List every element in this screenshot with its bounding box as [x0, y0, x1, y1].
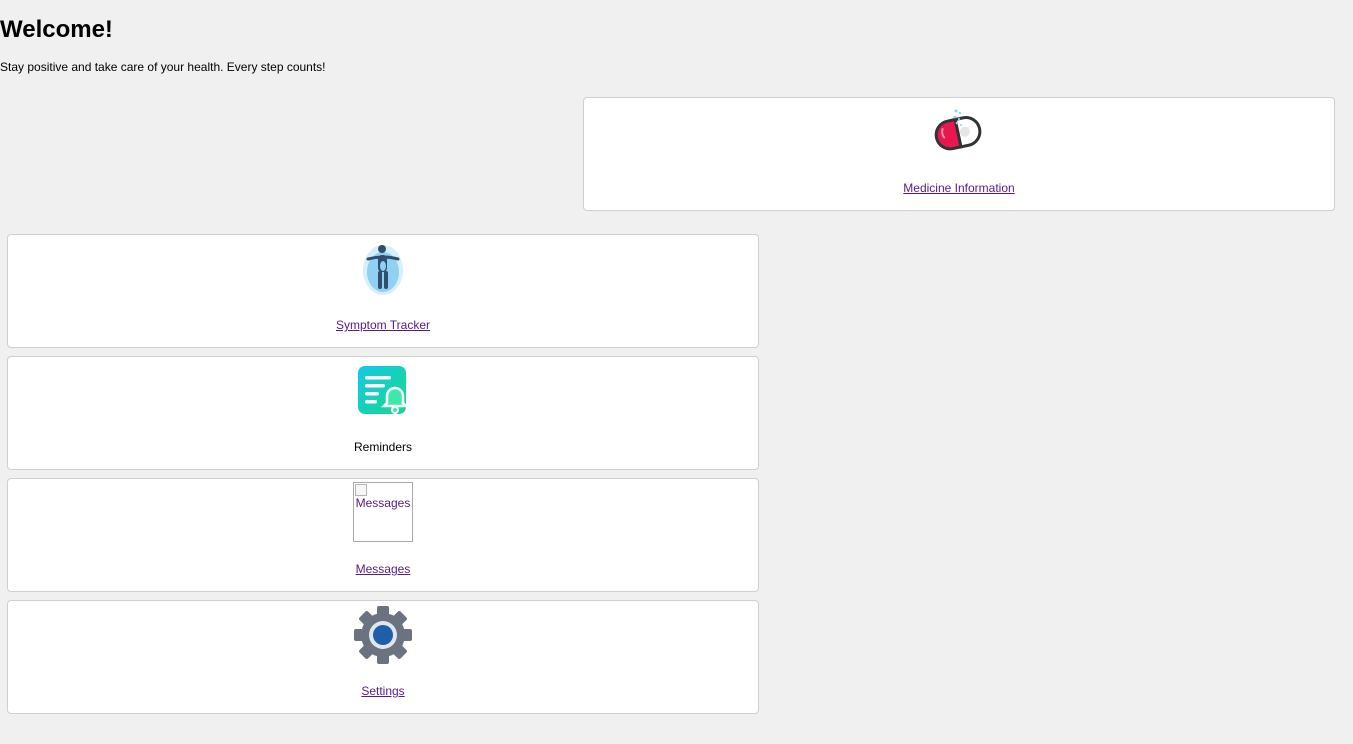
symptom-tracker-link[interactable]: Symptom Tracker — [8, 318, 758, 332]
pill-capsule-icon — [934, 109, 982, 151]
messages-link[interactable]: Messages — [8, 562, 758, 576]
medicine-information-link[interactable]: Medicine Information — [584, 181, 1334, 195]
broken-image-glyph-icon — [355, 484, 367, 496]
broken-image-icon[interactable]: Messages — [353, 482, 413, 542]
settings-card[interactable]: Settings — [7, 600, 759, 714]
reminders-label[interactable]: Reminders — [8, 440, 758, 454]
gear-icon — [354, 606, 412, 664]
page-title: Welcome! — [0, 16, 113, 43]
welcome-subtitle: Stay positive and take care of your heal… — [0, 60, 326, 74]
person-body-icon — [363, 245, 403, 295]
symptom-tracker-card[interactable]: Symptom Tracker — [7, 234, 759, 348]
messages-image-alt: Messages — [355, 496, 411, 510]
bell-list-icon — [358, 366, 409, 414]
messages-card[interactable]: Messages Messages — [7, 478, 759, 592]
reminders-card[interactable]: Reminders — [7, 356, 759, 470]
medicine-information-card[interactable]: Medicine Information — [583, 97, 1335, 211]
settings-link[interactable]: Settings — [8, 684, 758, 698]
